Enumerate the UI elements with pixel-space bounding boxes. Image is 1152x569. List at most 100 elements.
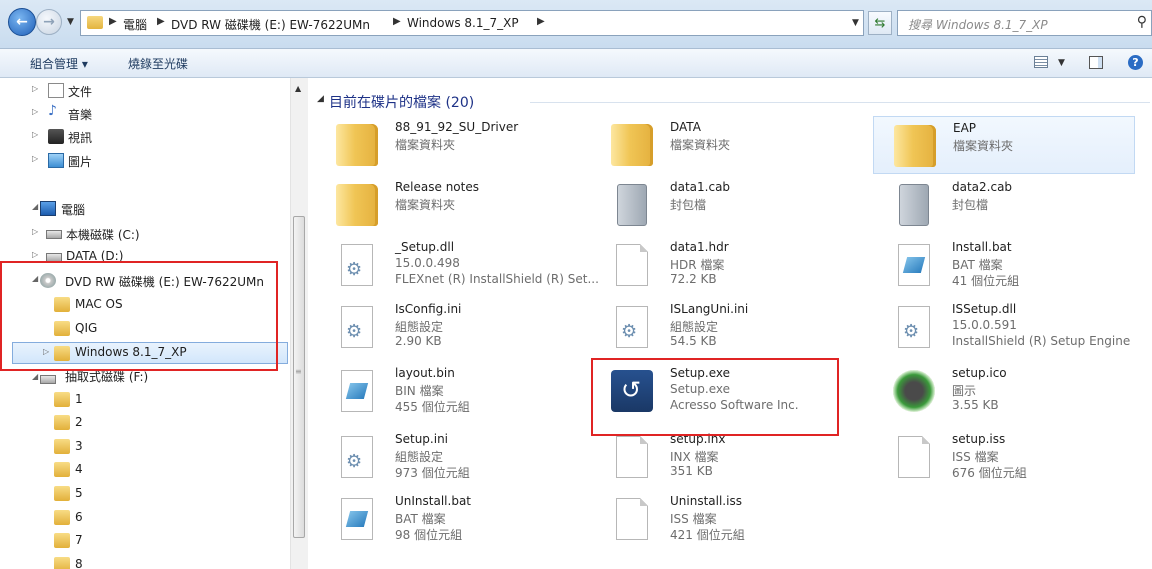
file-item[interactable]: setup.inx INX 檔案 351 KB xyxy=(591,428,853,486)
expand-arrow-icon[interactable]: ▷ xyxy=(32,84,42,93)
expand-arrow-icon[interactable]: ▷ xyxy=(43,347,53,356)
file-icon xyxy=(616,436,648,478)
search-icon[interactable]: ⚲ xyxy=(1137,14,1147,30)
help-icon[interactable]: ? xyxy=(1128,55,1143,70)
sidebar-item-dvd-drive[interactable]: ◢ DVD RW 磁碟機 (E:) EW-7622UMn xyxy=(32,270,282,292)
sidebar-item-windows-folder[interactable]: ▷ Windows 8.1_7_XP xyxy=(12,342,288,364)
file-type: INX 檔案 xyxy=(670,450,719,464)
sidebar-item-computer[interactable]: ◢ 電腦 xyxy=(32,198,282,220)
breadcrumb-separator-icon[interactable]: ▶ xyxy=(157,16,165,27)
file-type: 檔案資料夾 xyxy=(395,138,456,152)
file-item[interactable]: data2.cab 封包檔 xyxy=(873,176,1135,234)
gear-file-icon xyxy=(341,436,373,478)
expand-arrow-icon[interactable]: ▷ xyxy=(32,107,42,116)
views-icon[interactable] xyxy=(1034,56,1048,68)
preview-pane-icon[interactable] xyxy=(1089,56,1103,69)
file-item[interactable]: UnInstall.bat BAT 檔案 98 個位元組 xyxy=(316,490,578,548)
file-item[interactable]: Setup.exe Setup.exe Acresso Software Inc. xyxy=(591,362,853,420)
sidebar-item-folder-8[interactable]: 8 xyxy=(52,554,252,569)
sidebar-item-pictures[interactable]: ▷ 圖片 xyxy=(32,150,282,172)
file-item[interactable]: IsConfig.ini 組態設定2.90 KB xyxy=(316,298,578,356)
expand-arrow-icon[interactable]: ▷ xyxy=(32,250,42,259)
file-item[interactable]: EAP 檔案資料夾 xyxy=(873,116,1135,174)
file-item[interactable]: DATA 檔案資料夾 xyxy=(591,116,853,174)
burn-to-disc-button[interactable]: 燒錄至光碟 xyxy=(128,55,188,72)
breadcrumb[interactable]: ▶ 電腦 ▶ DVD RW 磁碟機 (E:) EW-7622UMn ▶ Wind… xyxy=(80,10,864,36)
file-item[interactable]: data1.hdr HDR 檔案 72.2 KB xyxy=(591,236,853,294)
sidebar-item-documents[interactable]: ▷ 文件 xyxy=(32,80,282,102)
organize-button[interactable]: 組合管理 ▾ xyxy=(30,55,88,72)
file-icon xyxy=(616,244,648,286)
file-item[interactable]: layout.bin BIN 檔案 455 個位元組 xyxy=(316,362,578,420)
address-dropdown-icon[interactable]: ▼ xyxy=(852,18,859,28)
breadcrumb-dvd-drive[interactable]: DVD RW 磁碟機 (E:) EW-7622UMn xyxy=(171,16,370,33)
sidebar-item-folder-7[interactable]: 7 xyxy=(52,530,252,552)
sidebar-item-label: MAC OS xyxy=(75,297,123,311)
breadcrumb-computer[interactable]: 電腦 xyxy=(123,16,147,33)
folder-icon xyxy=(336,124,378,166)
file-item[interactable]: Uninstall.iss ISS 檔案 421 個位元組 xyxy=(591,490,853,548)
breadcrumb-current-folder[interactable]: Windows 8.1_7_XP xyxy=(407,16,519,30)
sidebar-item-folder-2[interactable]: 2 xyxy=(52,412,252,434)
forward-button[interactable]: → xyxy=(36,9,62,35)
back-button[interactable]: ← xyxy=(8,8,36,36)
sidebar-item-drive-c[interactable]: ▷ 本機磁碟 (C:) xyxy=(32,223,282,245)
history-dropdown-icon[interactable]: ▼ xyxy=(67,17,74,27)
sidebar-item-folder-4[interactable]: 4 xyxy=(52,459,252,481)
folder-icon xyxy=(611,124,653,166)
sidebar-item-folder-3[interactable]: 3 xyxy=(52,436,252,458)
scrollbar-thumb[interactable]: ≡ xyxy=(293,216,305,538)
file-item[interactable]: ISSetup.dll 15.0.0.591 InstallShield (R) S… xyxy=(873,298,1135,356)
file-item[interactable]: data1.cab 封包檔 xyxy=(591,176,853,234)
expand-arrow-icon[interactable]: ▷ xyxy=(32,130,42,139)
file-detail: Acresso Software Inc. xyxy=(670,398,799,412)
sidebar-item-folder-5[interactable]: 5 xyxy=(52,483,252,505)
file-item[interactable]: _Setup.dll 15.0.0.498 FLEXnet (R) InstallS… xyxy=(316,236,599,294)
breadcrumb-separator-icon[interactable]: ▶ xyxy=(393,16,401,27)
group-collapse-icon[interactable]: ◢ xyxy=(317,94,324,104)
file-type: BAT 檔案 xyxy=(395,512,446,526)
sidebar-item-folder-6[interactable]: 6 xyxy=(52,507,252,529)
file-name: setup.inx xyxy=(670,432,726,446)
refresh-button[interactable]: ⇆ xyxy=(868,11,892,35)
navigation-scrollbar[interactable]: ▲ ≡ xyxy=(290,78,308,569)
sidebar-item-videos[interactable]: ▷ 視訊 xyxy=(32,126,282,148)
file-item[interactable]: setup.ico 圖示 3.55 KB xyxy=(873,362,1135,420)
folder-icon xyxy=(54,439,70,454)
sidebar-item-label: 音樂 xyxy=(68,108,93,122)
views-dropdown-icon[interactable]: ▼ xyxy=(1058,58,1065,68)
sidebar-item-music[interactable]: ▷ ♪ 音樂 xyxy=(32,103,282,125)
back-arrow-icon: ← xyxy=(16,14,28,30)
cabinet-icon xyxy=(899,184,929,226)
file-name: ISLangUni.ini xyxy=(670,302,749,316)
file-item[interactable]: Setup.ini 組態設定 973 個位元組 xyxy=(316,428,578,486)
file-item[interactable]: Release notes 檔案資料夾 xyxy=(316,176,578,234)
folder-icon xyxy=(54,346,70,361)
file-type: 組態設定 xyxy=(670,320,719,334)
file-name: ISSetup.dll xyxy=(952,302,1017,316)
file-detail: 72.2 KB xyxy=(670,272,717,286)
document-icon xyxy=(48,83,64,98)
sidebar-item-folder-1[interactable]: 1 xyxy=(52,389,252,411)
sidebar-item-label: 8 xyxy=(75,557,83,569)
file-item[interactable]: Install.bat BAT 檔案 41 個位元組 xyxy=(873,236,1135,294)
file-item[interactable]: setup.iss ISS 檔案 676 個位元組 xyxy=(873,428,1135,486)
sidebar-item-mac-os[interactable]: MAC OS xyxy=(52,294,277,316)
file-name: Uninstall.iss xyxy=(670,494,742,508)
file-item[interactable]: ISLangUni.ini 組態設定54.5 KB xyxy=(591,298,853,356)
folder-icon xyxy=(336,184,378,226)
file-detail: FLEXnet (R) InstallShield (R) Set... xyxy=(395,272,599,286)
expand-arrow-icon[interactable]: ▷ xyxy=(32,227,42,236)
file-type: ISS 檔案 xyxy=(952,450,999,464)
breadcrumb-separator-icon[interactable]: ▶ xyxy=(109,16,117,27)
scroll-up-icon[interactable]: ▲ xyxy=(295,84,301,93)
expand-arrow-icon[interactable]: ▷ xyxy=(32,154,42,163)
sidebar-item-drive-f[interactable]: ◢ 抽取式磁碟 (F:) xyxy=(32,368,282,390)
sidebar-item-qig[interactable]: QIG xyxy=(52,318,277,340)
sidebar-item-drive-d[interactable]: ▷ DATA (D:) xyxy=(32,246,282,268)
search-input[interactable]: 搜尋 Windows 8.1_7_XP ⚲ xyxy=(897,10,1152,36)
group-header[interactable]: 目前在碟片的檔案 (20) xyxy=(329,92,474,112)
file-name: setup.ico xyxy=(952,366,1007,380)
breadcrumb-separator-icon[interactable]: ▶ xyxy=(537,16,545,27)
file-item[interactable]: 88_91_92_SU_Driver 檔案資料夾 xyxy=(316,116,578,174)
